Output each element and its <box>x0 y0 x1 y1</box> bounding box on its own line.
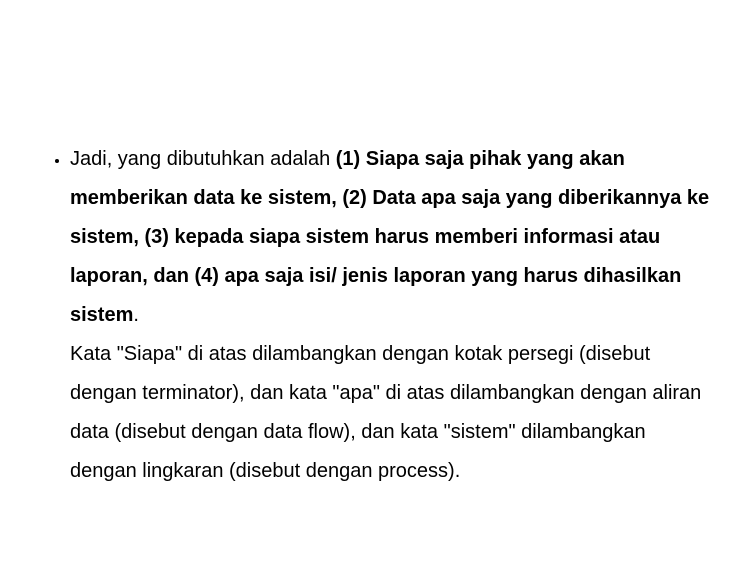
bold-requirements: (1) Siapa saja pihak yang akan memberika… <box>70 148 709 326</box>
intro-text: Jadi, yang dibutuhkan adalah <box>70 148 336 170</box>
list-item: Jadi, yang dibutuhkan adalah (1) Siapa s… <box>70 140 711 491</box>
document-page: Jadi, yang dibutuhkan adalah (1) Siapa s… <box>0 0 751 581</box>
explanation-text: Kata "Siapa" di atas dilambangkan dengan… <box>70 343 701 482</box>
bullet-list: Jadi, yang dibutuhkan adalah (1) Siapa s… <box>30 140 711 491</box>
period: . <box>133 304 139 326</box>
